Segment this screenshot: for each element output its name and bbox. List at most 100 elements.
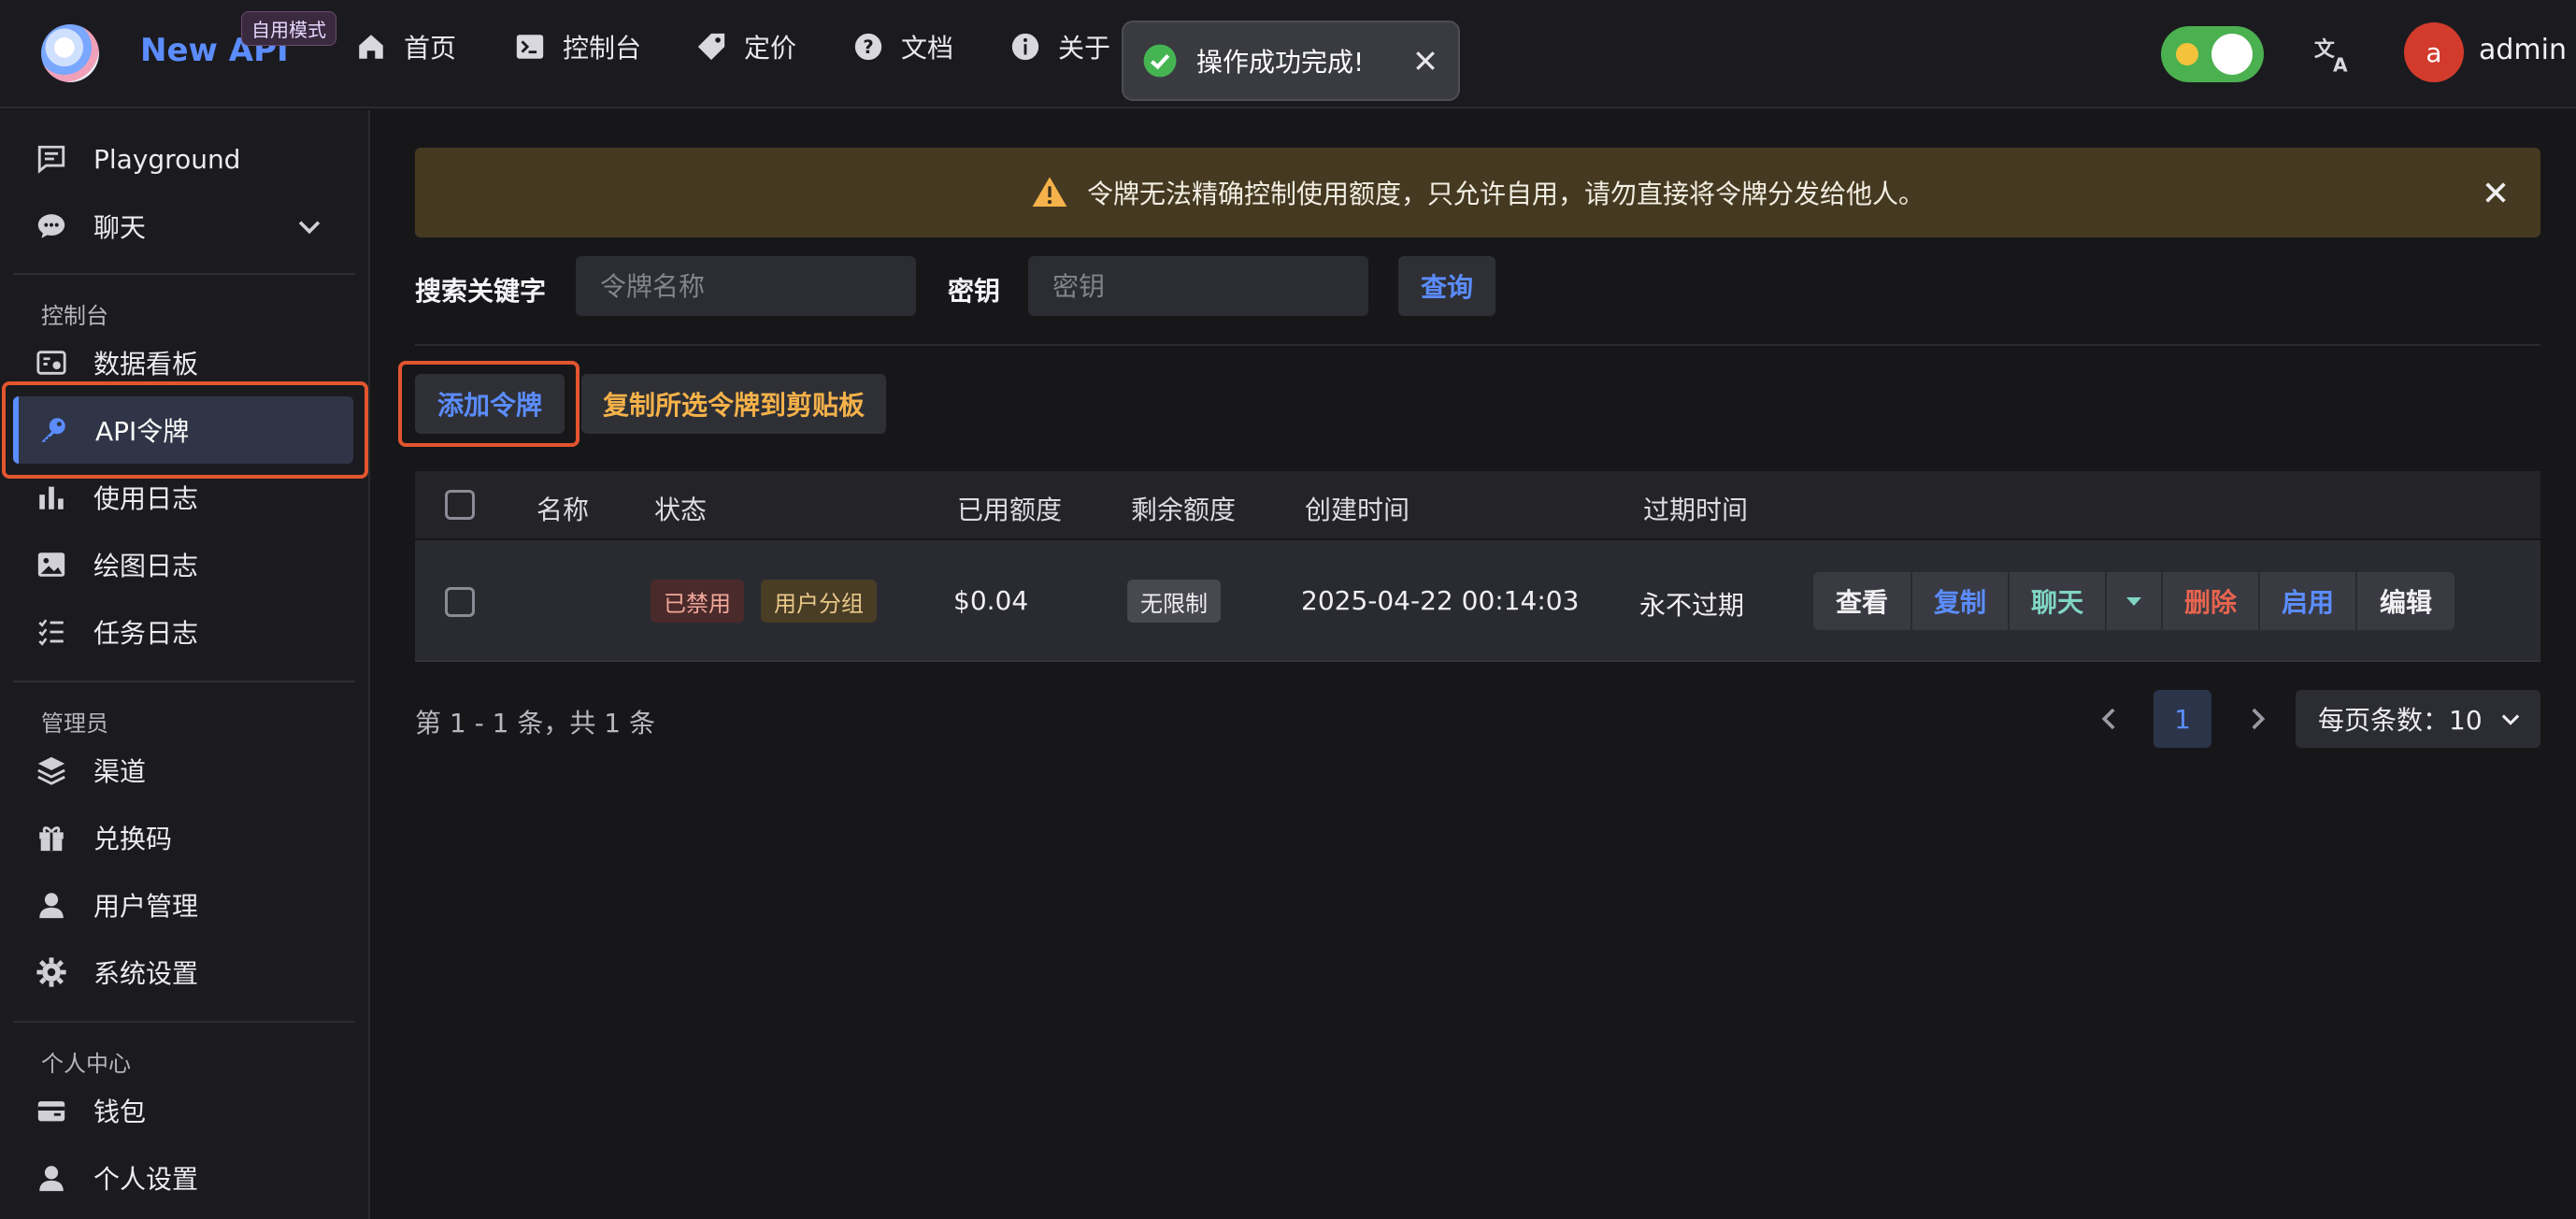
chevron-left-icon[interactable] <box>2094 703 2125 735</box>
nav-console-label: 控制台 <box>563 33 642 64</box>
column-header-used-quota: 已用额度 <box>957 495 1063 525</box>
translate-icon[interactable]: 文 A <box>2312 34 2354 75</box>
sun-icon <box>2176 43 2198 65</box>
sidebar-item-label: 个人设置 <box>93 1164 199 1195</box>
token-name-input[interactable] <box>576 256 916 316</box>
sidebar-item-label: 渠道 <box>93 756 147 787</box>
copy-button[interactable]: 复制 <box>1912 572 2008 630</box>
sidebar-item-playground[interactable]: Playground <box>13 125 353 193</box>
sidebar-section-admin: 管理员 <box>41 710 108 737</box>
nav-home[interactable]: 首页 <box>355 28 456 65</box>
used-quota: $0.04 <box>953 585 1029 616</box>
sidebar-item-user-management[interactable]: 用户管理 <box>13 871 353 939</box>
dashboard-icon <box>36 351 66 375</box>
status-badge: 已禁用 <box>651 580 744 623</box>
sidebar-item-label: 聊天 <box>93 212 147 243</box>
sidebar-section-personal: 个人中心 <box>41 1051 131 1077</box>
view-button[interactable]: 查看 <box>1813 572 1911 630</box>
svg-text:A: A <box>2333 53 2348 75</box>
mode-badge: 自用模式 <box>241 11 336 46</box>
sidebar-item-drawing-logs[interactable]: 绘图日志 <box>13 531 353 598</box>
bar-chart-icon <box>39 486 64 509</box>
enable-button[interactable]: 启用 <box>2260 572 2355 630</box>
sidebar-item-label: 用户管理 <box>93 891 199 922</box>
nav-about-label: 关于 <box>1058 33 1111 64</box>
close-icon[interactable] <box>1411 47 1439 75</box>
sidebar-item-label: 绘图日志 <box>93 551 199 581</box>
select-all-checkbox[interactable] <box>445 490 475 520</box>
sidebar-item-wallet[interactable]: 钱包 <box>13 1077 353 1144</box>
svg-text:?: ? <box>863 36 874 58</box>
app-logo[interactable] <box>41 24 99 82</box>
sidebar-item-label: 钱包 <box>93 1097 147 1127</box>
group-badge: 用户分组 <box>761 580 877 623</box>
query-button[interactable]: 查询 <box>1398 256 1496 316</box>
nav-about[interactable]: 关于 <box>1009 28 1110 65</box>
column-header-expire-time: 过期时间 <box>1643 495 1749 525</box>
image-icon <box>37 552 65 577</box>
toast-message: 操作成功完成! <box>1196 47 1365 78</box>
theme-toggle[interactable] <box>2161 26 2264 82</box>
banner-text: 令牌无法精确控制使用额度，只允许自用，请勿直接将令牌分发给他人。 <box>1086 179 1925 209</box>
column-header-created-time: 创建时间 <box>1305 495 1410 525</box>
column-header-remaining-quota: 剩余额度 <box>1131 495 1237 525</box>
nav-docs-label: 文档 <box>901 33 954 64</box>
sidebar-item-channels[interactable]: 渠道 <box>13 737 353 804</box>
info-icon <box>1011 33 1039 61</box>
user-icon <box>39 1166 64 1192</box>
sidebar-item-label: 数据看板 <box>93 349 199 380</box>
gift-icon <box>39 826 64 852</box>
wallet-icon <box>37 1101 65 1122</box>
sidebar-divider <box>13 1021 355 1023</box>
sidebar-item-system-settings[interactable]: 系统设置 <box>13 939 353 1006</box>
layers-icon <box>37 756 65 785</box>
chat-dropdown-button[interactable] <box>2107 572 2161 630</box>
sidebar-item-redeem-codes[interactable]: 兑换码 <box>13 804 353 871</box>
remaining-quota-badge: 无限制 <box>1127 580 1221 623</box>
terminal-icon <box>516 35 544 59</box>
highlight-box-sidebar-api-tokens <box>2 381 368 479</box>
nav-docs[interactable]: ? 文档 <box>852 28 953 65</box>
key-label: 密钥 <box>948 276 1001 307</box>
sidebar-item-task-logs[interactable]: 任务日志 <box>13 598 353 666</box>
delete-button[interactable]: 删除 <box>2163 572 2258 630</box>
page-size-label: 每页条数：10 <box>2318 705 2483 736</box>
avatar[interactable]: a <box>2404 22 2464 82</box>
sidebar: Playground 聊天 控制台 数据看板 API令牌 使用日志 绘图日志 任… <box>0 110 370 1219</box>
sidebar-item-label: 任务日志 <box>93 618 199 649</box>
top-header: New API 自用模式 首页 控制台 定价 ? 文档 关于 操作成功完成! 文… <box>0 0 2576 108</box>
edit-button[interactable]: 编辑 <box>2357 572 2454 630</box>
sidebar-item-label: 兑换码 <box>93 824 173 854</box>
chat-bubble-icon <box>37 214 65 238</box>
nav-pricing-label: 定价 <box>744 33 797 64</box>
chat-button[interactable]: 聊天 <box>2010 572 2105 630</box>
help-icon: ? <box>854 33 882 61</box>
page-size-select[interactable]: 每页条数：10 <box>2296 690 2540 748</box>
sidebar-item-label: Playground <box>93 143 241 175</box>
check-circle-icon <box>1143 44 1177 78</box>
key-input[interactable] <box>1028 256 1368 316</box>
caret-down-icon <box>2126 597 2141 606</box>
add-token-button[interactable]: 添加令牌 <box>415 374 565 434</box>
page-1-button[interactable]: 1 <box>2154 690 2211 748</box>
sidebar-item-chat[interactable]: 聊天 <box>13 193 353 260</box>
sidebar-item-label: 系统设置 <box>93 958 199 989</box>
divider <box>415 344 2540 346</box>
list-icon <box>38 619 64 646</box>
created-time: 2025-04-22 00:14:03 <box>1301 585 1580 616</box>
sidebar-section-console: 控制台 <box>41 303 108 329</box>
row-checkbox[interactable] <box>445 587 475 617</box>
sidebar-divider <box>13 273 355 275</box>
nav-pricing[interactable]: 定价 <box>695 28 796 65</box>
warning-icon <box>1032 177 1067 207</box>
copy-selected-tokens-button[interactable]: 复制所选令牌到剪贴板 <box>581 374 886 434</box>
warning-banner: 令牌无法精确控制使用额度，只允许自用，请勿直接将令牌分发给他人。 <box>415 148 2540 237</box>
username[interactable]: admin <box>2479 34 2567 66</box>
sidebar-item-personal-settings[interactable]: 个人设置 <box>13 1144 353 1212</box>
expire-time: 永不过期 <box>1639 590 1745 621</box>
column-header-status: 状态 <box>654 495 708 525</box>
nav-console[interactable]: 控制台 <box>514 28 641 65</box>
tag-icon <box>697 33 725 61</box>
chevron-right-icon[interactable] <box>2241 703 2273 735</box>
close-icon[interactable] <box>2481 178 2511 208</box>
